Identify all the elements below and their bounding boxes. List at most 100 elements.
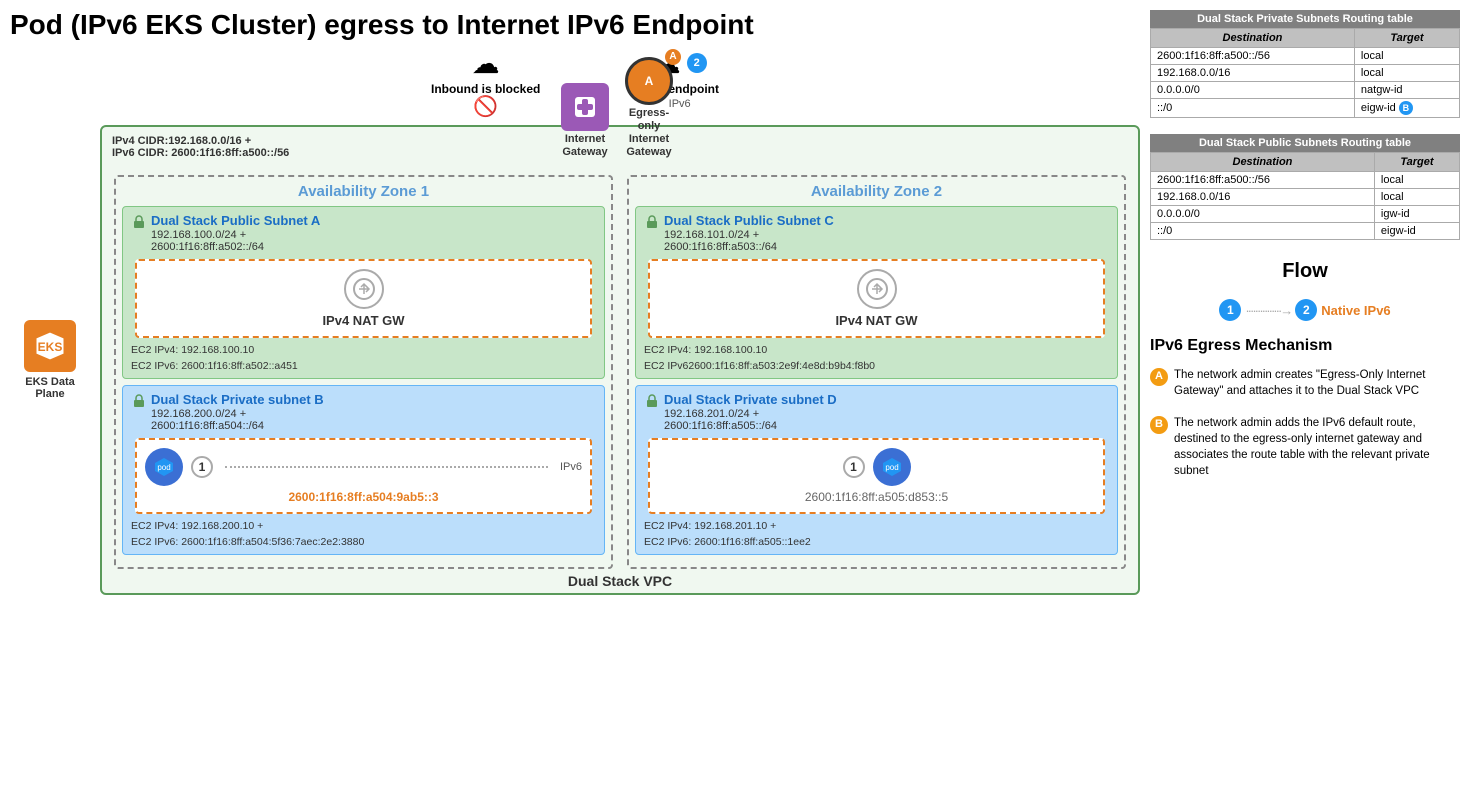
az-row: Availability Zone 1 Dual Stack Public Su…	[110, 175, 1130, 569]
az1-private-cidr6: 2600:1f16:8ff:a504::/64	[151, 420, 596, 432]
left-panel: Pod (IPv6 EKS Cluster) egress to Interne…	[10, 10, 1140, 595]
az2-nat-box: IPv4 NAT GW	[648, 259, 1105, 338]
public-table-row: 192.168.0.0/16local	[1151, 189, 1460, 206]
az2-container: Availability Zone 2 Dual Stack Public Su…	[627, 175, 1126, 569]
eks-label: EKS Data Plane	[10, 376, 90, 400]
vpc-cidr-labels: IPv4 CIDR:192.168.0.0/16 + IPv6 CIDR: 26…	[112, 135, 289, 159]
az2-ec2-ipv4: EC2 IPv4: 192.168.100.10	[644, 344, 1109, 356]
az1-private-subnet: Dual Stack Private subnet B 192.168.200.…	[122, 385, 605, 555]
az2-pod-row: 1 pod	[658, 448, 1095, 486]
az2-private-cidr6: 2600:1f16:8ff:a505::/64	[664, 420, 1109, 432]
az1-nat-label: IPv4 NAT GW	[322, 313, 404, 328]
private-target-1: local	[1354, 65, 1459, 82]
svg-text:pod: pod	[885, 463, 898, 472]
az2-private-ec2-ipv4: EC2 IPv4: 192.168.201.10 +	[644, 520, 1109, 532]
lock-icon-az2-private	[644, 392, 660, 408]
flow-title: Flow	[1150, 260, 1460, 283]
public-dest-0: 2600:1f16:8ff:a500::/56	[1151, 172, 1375, 189]
vpc-container: IPv4 CIDR:192.168.0.0/16 + IPv6 CIDR: 26…	[100, 125, 1140, 595]
az1-ec2-ipv4: EC2 IPv4: 192.168.100.10	[131, 344, 596, 356]
az1-ec2-ipv6: EC2 IPv6: 2600:1f16:8ff:a502::a451	[131, 360, 596, 372]
az2-nat-icon	[857, 269, 897, 309]
private-target-2: natgw-id	[1354, 82, 1459, 99]
az1-public-cidr4: 192.168.100.0/24 +	[151, 229, 596, 241]
gateway-area: InternetGateway A A	[561, 57, 679, 160]
eks-data-plane-area: EKS EKS Data Plane	[10, 125, 90, 595]
inbound-cloud: ☁ Inbound is blocked 🚫	[431, 47, 540, 119]
public-target-header: Target	[1374, 153, 1459, 172]
private-target-header: Target	[1354, 29, 1459, 48]
public-target-0: local	[1374, 172, 1459, 189]
igw-icon	[561, 83, 609, 131]
igw-label: InternetGateway	[562, 133, 607, 159]
private-dest-1: 192.168.0.0/16	[1151, 65, 1355, 82]
note-b-text: The network admin adds the IPv6 default …	[1174, 415, 1460, 479]
flow-step1: 1	[1219, 299, 1241, 321]
svg-text:pod: pod	[157, 463, 170, 472]
az1-pod-icon: pod	[145, 448, 183, 486]
private-dest-0: 2600:1f16:8ff:a500::/56	[1151, 48, 1355, 65]
ipv6-mid-label: IPv6	[560, 461, 582, 473]
private-table-row: 2600:1f16:8ff:a500::/56local	[1151, 48, 1460, 65]
az1-nat-box: IPv4 NAT GW	[135, 259, 592, 338]
private-routing-table: Dual Stack Private Subnets Routing table…	[1150, 10, 1460, 118]
public-table-row: 0.0.0.0/0igw-id	[1151, 206, 1460, 223]
lock-icon-az2-public	[644, 213, 660, 229]
az2-title: Availability Zone 2	[635, 183, 1118, 200]
public-dest-header: Destination	[1151, 153, 1375, 172]
az2-pod-ipv6: 2600:1f16:8ff:a505:d853::5	[805, 490, 948, 504]
page: Pod (IPv6 EKS Cluster) egress to Interne…	[0, 0, 1470, 605]
flow-label: Native IPv6	[1321, 303, 1390, 318]
lock-icon-az1-public	[131, 213, 147, 229]
private-target-0: local	[1354, 48, 1459, 65]
az1-private-title: Dual Stack Private subnet B	[131, 392, 596, 408]
flow-step2: 2	[1295, 299, 1317, 321]
az1-private-subnet-name: Dual Stack Private subnet B	[151, 392, 324, 407]
public-table-row: 2600:1f16:8ff:a500::/56local	[1151, 172, 1460, 189]
az1-pod-ipv6: 2600:1f16:8ff:a504:9ab5::3	[288, 490, 438, 504]
private-table-row: ::/0eigw-id B	[1151, 99, 1460, 118]
az2-private-ec2-ipv6: EC2 IPv6: 2600:1f16:8ff:a505::1ee2	[644, 536, 1109, 548]
ipv4-cidr: IPv4 CIDR:192.168.0.0/16 +	[112, 135, 289, 147]
public-dest-2: 0.0.0.0/0	[1151, 206, 1375, 223]
az1-public-title: Dual Stack Public Subnet A	[131, 213, 596, 229]
az1-pod-row: pod 1 IPv6	[145, 448, 582, 486]
az1-public-subnet: Dual Stack Public Subnet A 192.168.100.0…	[122, 206, 605, 379]
right-panel: Dual Stack Private Subnets Routing table…	[1150, 10, 1460, 595]
az1-public-subnet-name: Dual Stack Public Subnet A	[151, 213, 320, 228]
az2-pod-box: 1 pod 2600:1f16:8ff:a505:d853::5	[648, 438, 1105, 514]
az2-pod-icon: pod	[873, 448, 911, 486]
az1-pod-box: pod 1 IPv6 2600:1f16:8ff:a504:9ab5::3	[135, 438, 592, 514]
az2-step1-badge: 1	[843, 456, 865, 478]
private-target-3: eigw-id B	[1354, 99, 1459, 118]
az1-container: Availability Zone 1 Dual Stack Public Su…	[114, 175, 613, 569]
public-table-row: ::/0eigw-id	[1151, 223, 1460, 240]
badge-b-note: B	[1150, 416, 1168, 434]
public-target-1: local	[1374, 189, 1459, 206]
az2-public-cidr4: 192.168.101.0/24 +	[664, 229, 1109, 241]
private-dest-header: Destination	[1151, 29, 1355, 48]
vpc-label: Dual Stack VPC	[568, 573, 672, 589]
az2-public-title: Dual Stack Public Subnet C	[644, 213, 1109, 229]
note-b: B The network admin adds the IPv6 defaul…	[1150, 415, 1460, 479]
private-dest-2: 0.0.0.0/0	[1151, 82, 1355, 99]
az2-private-cidr4: 192.168.201.0/24 +	[664, 408, 1109, 420]
svg-text:EKS: EKS	[38, 340, 63, 354]
eigw-label: Egress-onlyInternetGateway	[619, 107, 679, 160]
note-a: A The network admin creates "Egress-Only…	[1150, 367, 1460, 399]
eigw-container: A A Egress-onlyInternetGateway	[619, 57, 679, 160]
num2-badge-top: 2	[687, 53, 707, 73]
private-table-title: Dual Stack Private Subnets Routing table	[1150, 10, 1460, 28]
az2-public-cidr6: 2600:1f16:8ff:a503::/64	[664, 241, 1109, 253]
blocked-sign: 🚫	[473, 94, 498, 119]
public-dest-3: ::/0	[1151, 223, 1375, 240]
public-dest-1: 192.168.0.0/16	[1151, 189, 1375, 206]
ipv6-cidr: IPv6 CIDR: 2600:1f16:8ff:a500::/56	[112, 147, 289, 159]
badge-a-note: A	[1150, 368, 1168, 386]
public-routing-table: Dual Stack Public Subnets Routing table …	[1150, 134, 1460, 240]
flow-row: 1 ···············→ 2 Native IPv6	[1150, 299, 1460, 321]
az2-nat-label: IPv4 NAT GW	[835, 313, 917, 328]
private-dest-3: ::/0	[1151, 99, 1355, 118]
az2-public-subnet-name: Dual Stack Public Subnet C	[664, 213, 834, 228]
az2-private-title: Dual Stack Private subnet D	[644, 392, 1109, 408]
